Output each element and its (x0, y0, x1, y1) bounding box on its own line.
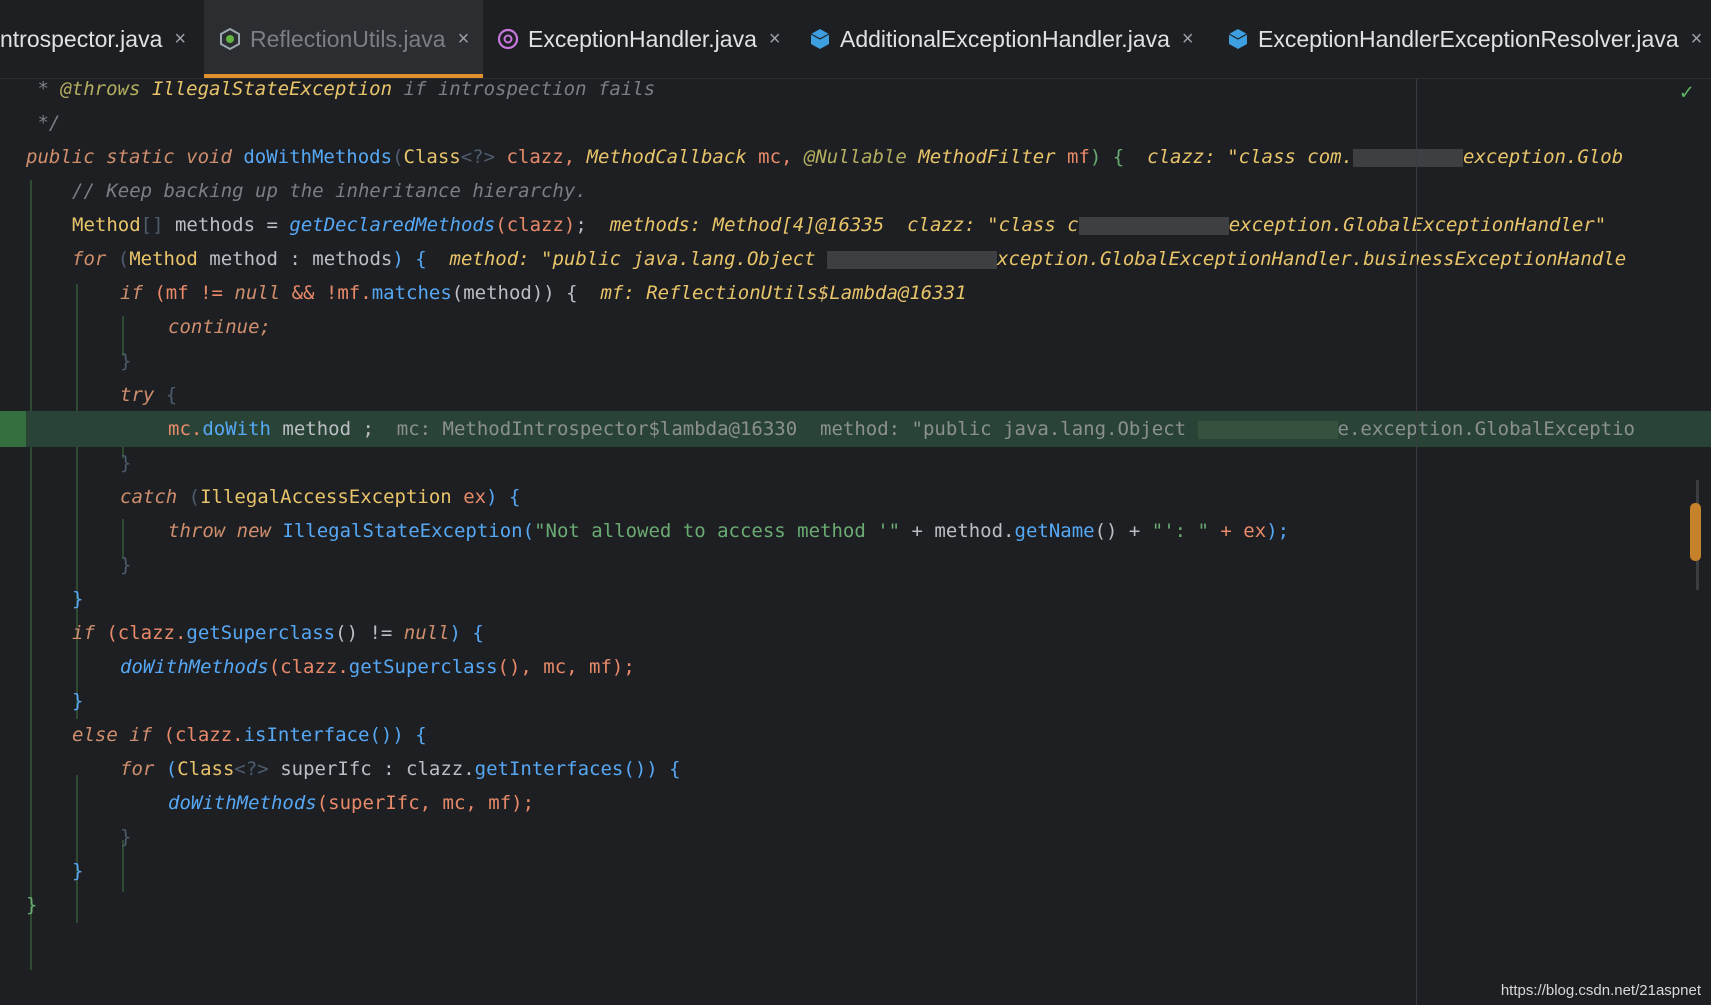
right-margin-guide (1416, 79, 1417, 1005)
tab-label: ReflectionUtils.java (250, 25, 446, 52)
java-class-icon (810, 29, 830, 49)
tab-reflectionutils[interactable]: ReflectionUtils.java × (204, 0, 483, 78)
java-abstract-class-icon (220, 27, 240, 51)
editor-tab-bar: ntrospector.java × ReflectionUtils.java … (0, 0, 1711, 79)
code-line: continue; (168, 316, 271, 338)
code-line: */ (26, 112, 61, 134)
redacted-text (1353, 148, 1464, 167)
code-line: catch (IllegalAccessException ex) { (120, 486, 521, 508)
tab-label: ExceptionHandlerExceptionResolver.java (1258, 25, 1679, 52)
code-line: try { (120, 384, 178, 406)
breakpoint-gutter (0, 411, 26, 447)
code-line: else if (clazz.isInterface()) { (72, 724, 427, 746)
code-line: for (Class<?> superIfc : clazz.getInterf… (120, 758, 681, 780)
watermark: https://blog.csdn.net/21aspnet (1500, 982, 1701, 999)
tab-introspector[interactable]: ntrospector.java × (0, 0, 200, 78)
tab-additionalexceptionhandler[interactable]: AdditionalExceptionHandler.java × (808, 0, 1208, 78)
code-line: } (72, 588, 84, 610)
close-icon[interactable]: × (174, 28, 186, 51)
code-line: } (120, 826, 132, 848)
code-line: for (Method method : methods) { method: … (72, 248, 1627, 270)
redacted-text (1078, 216, 1229, 235)
tab-exceptionhandlerexceptionresolver[interactable]: ExceptionHandlerExceptionResolver.java × (1226, 0, 1711, 78)
close-icon[interactable]: × (1182, 28, 1194, 51)
close-icon[interactable]: × (769, 28, 781, 51)
java-class-icon (1228, 29, 1248, 49)
redacted-text (827, 250, 998, 269)
execution-point-line: mc.doWith method ; mc: MethodIntrospecto… (0, 411, 1711, 447)
tab-label: ntrospector.java (0, 25, 163, 52)
code-line: } (120, 452, 132, 474)
inspection-ok-icon[interactable]: ✓ (1680, 80, 1693, 105)
code-editor[interactable]: * @throws IllegalStateException if intro… (0, 78, 1711, 1005)
code-line: * @throws IllegalStateException if intro… (26, 78, 656, 100)
indent-guide (30, 180, 32, 970)
close-icon[interactable]: × (1691, 28, 1703, 51)
close-icon[interactable]: × (458, 28, 470, 51)
redacted-text (1197, 420, 1338, 439)
code-line: } (26, 894, 38, 916)
code-line: } (120, 554, 132, 576)
indent-guide (76, 284, 78, 719)
code-line: } (72, 690, 84, 712)
code-line: throw new IllegalStateException("Not all… (168, 520, 1290, 542)
tab-label: AdditionalExceptionHandler.java (840, 25, 1170, 52)
code-line: } (72, 860, 84, 882)
code-line: if (clazz.getSuperclass() != null) { (72, 622, 484, 644)
code-line: doWithMethods(superIfc, mc, mf); (168, 792, 535, 814)
tab-exceptionhandler[interactable]: ExceptionHandler.java × (496, 0, 786, 78)
annotation-icon (497, 28, 519, 50)
code-line: // Keep backing up the inheritance hiera… (72, 180, 587, 202)
code-line: doWithMethods(clazz.getSuperclass(), mc,… (120, 656, 635, 678)
code-line: Method[] methods = getDeclaredMethods(cl… (72, 214, 1607, 236)
code-line: } (120, 350, 132, 372)
scrollbar-thumb[interactable] (1690, 503, 1701, 561)
code-line: public static void doWithMethods(Class<?… (26, 146, 1624, 168)
code-line: if (mf != null && !mf.matches(method)) {… (120, 282, 967, 304)
tab-label: ExceptionHandler.java (528, 25, 757, 52)
